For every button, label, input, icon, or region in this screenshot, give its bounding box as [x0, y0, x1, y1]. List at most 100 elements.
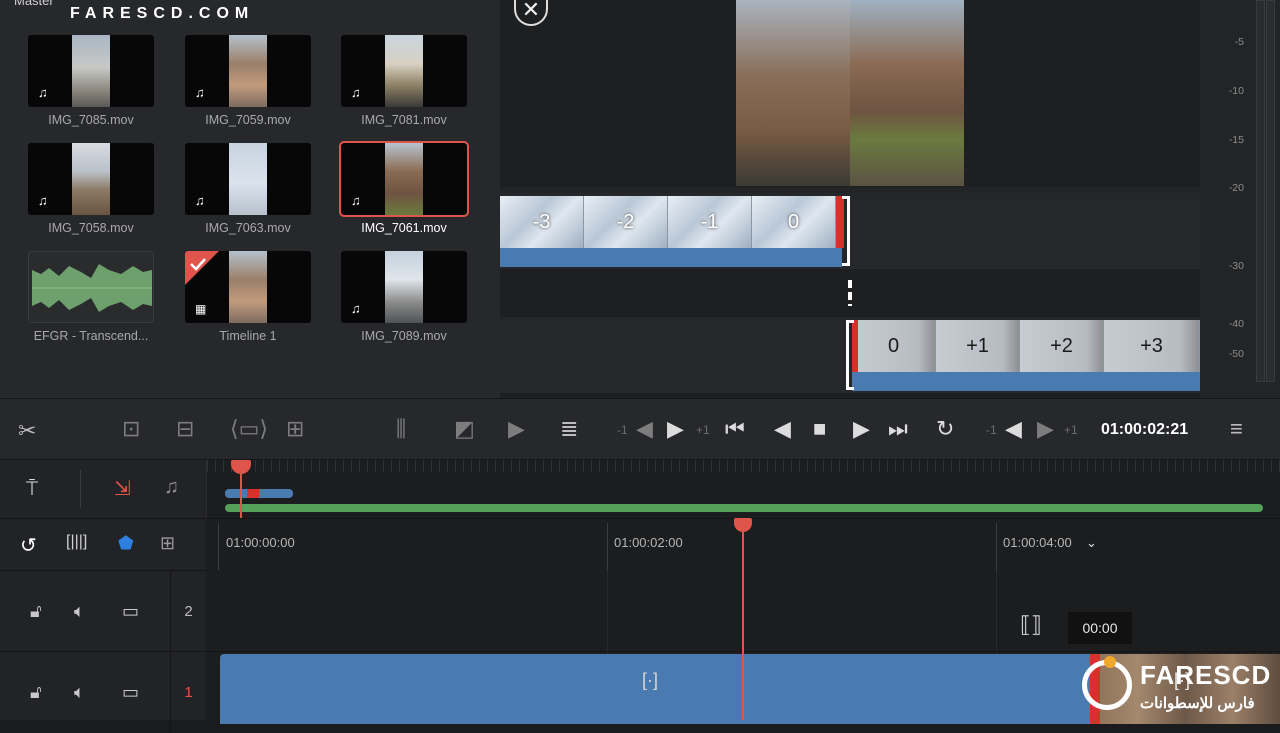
track-number: 1 [170, 652, 206, 733]
timeline-flag-icon [185, 251, 219, 285]
clip-name: IMG_7085.mov [48, 113, 134, 127]
media-clip[interactable]: ♫ IMG_7058.mov [28, 143, 154, 235]
mini-timeline[interactable] [206, 460, 1280, 518]
trim-viewer: ✕ -3 -2 -1 0 0 +1 +2 +3 [500, 0, 1200, 398]
media-clip-selected[interactable]: ♫ IMG_7061.mov [339, 141, 469, 235]
clip-thumbnail: ♫ [185, 35, 311, 107]
play-reverse-icon[interactable]: ◀ [774, 417, 791, 441]
clip-name: EFGR - Transcend... [33, 329, 149, 343]
ruler-tick [218, 523, 219, 571]
timeline-icon: ▦ [195, 302, 207, 316]
trim-frame: +2 [1020, 320, 1104, 372]
media-clip[interactable]: ♫ IMG_7081.mov [341, 35, 467, 127]
append-icon[interactable]: ⊟ [176, 417, 194, 441]
smart-insert-icon[interactable]: ⊡ [122, 417, 140, 441]
lock-icon[interactable]: 🔓︎ [30, 601, 42, 622]
jump-to-start-icon[interactable]: ⏮ [725, 417, 745, 441]
trim-frame: -1 [668, 196, 752, 248]
track-lock-icon[interactable]: ⍑ [26, 478, 38, 501]
clip-thumbnail: ♫ [185, 143, 311, 215]
music-note-icon: ♫ [195, 193, 205, 208]
trim-bracket-left[interactable] [846, 320, 854, 390]
clip-name: IMG_7089.mov [361, 329, 447, 343]
video-clip[interactable]: [·] [220, 654, 1090, 724]
trim-frame: 0 [852, 320, 936, 372]
film-icon[interactable]: ▭ [122, 682, 139, 703]
trim-gap [500, 269, 1200, 317]
music-note-icon: ♫ [195, 85, 205, 100]
trim-frame: -3 [500, 196, 584, 248]
speaker-icon[interactable]: 🔈︎ [74, 601, 85, 622]
audio-adjust-icon[interactable]: ≣ [560, 417, 578, 441]
add-track-icon[interactable]: ⊞ [160, 533, 175, 554]
stop-icon[interactable]: ■ [813, 417, 826, 441]
chevron-down-icon[interactable]: ⌄ [1086, 535, 1097, 551]
source-overwrite-icon[interactable]: ◩ [454, 417, 475, 441]
mini-edit-marker [247, 489, 259, 498]
play-from-filmstrip-icon[interactable]: ▶ [508, 417, 525, 441]
menu-icon[interactable]: ≡ [1230, 417, 1243, 441]
media-clip[interactable]: EFGR - Transcend... [28, 251, 154, 343]
place-on-top-icon[interactable]: ⫼ [396, 417, 406, 441]
media-clip[interactable]: ♫ IMG_7089.mov [341, 251, 467, 343]
jump-to-end-icon[interactable]: ⏭ [888, 417, 908, 441]
nudge-back-icon[interactable]: ◀ [636, 417, 653, 441]
clip-link-icon[interactable]: [|||] [66, 533, 87, 551]
marker-icon[interactable]: ⬟ [118, 533, 134, 554]
clip-name: IMG_7058.mov [48, 221, 134, 235]
snapping-icon[interactable]: ↺ [20, 533, 37, 558]
trim-frame: 0 [752, 196, 836, 248]
meter-channel-left [1256, 0, 1265, 382]
ripple-overwrite-icon[interactable]: ⟨▭⟩ [230, 417, 268, 441]
playhead[interactable] [742, 570, 744, 720]
lock-icon[interactable]: 🔓︎ [30, 682, 42, 703]
media-clip[interactable]: ♫ IMG_7085.mov [28, 35, 154, 127]
transition-handle-icon[interactable]: ⟦⟧ [1020, 612, 1042, 638]
media-clip[interactable]: ♫ IMG_7059.mov [185, 35, 311, 127]
close-icon[interactable]: ✕ [514, 0, 548, 26]
mini-video-clip [225, 489, 293, 498]
waveform-graphic [32, 258, 152, 318]
film-icon[interactable]: ▭ [122, 601, 139, 622]
nudge-right-label: +1 [696, 423, 710, 437]
track-headers: 🔓︎ 🔈︎ ▭ 2 🔓︎ 🔈︎ ▭ 1 [0, 570, 206, 733]
logo-dot [1104, 656, 1116, 668]
clip-name: IMG_7059.mov [205, 113, 291, 127]
viewer-timecode: 01:00:02:21 [1101, 421, 1189, 438]
meter-scale-label: -20 [1228, 182, 1244, 194]
clip-link-icon: [·] [642, 670, 658, 690]
ruler-tick [607, 523, 608, 571]
audio-meters: -5 -10 -15 -20 -30 -40 -50 [1200, 0, 1280, 398]
clip-thumbnail: ♫ [28, 143, 154, 215]
clip-name: IMG_7061.mov [361, 221, 447, 235]
music-note-icon: ♫ [351, 193, 361, 208]
audio-waveform [28, 251, 154, 323]
clip-thumbnail: ♫ [339, 141, 469, 217]
incoming-trim-track: 0 +1 +2 +3 [500, 317, 1200, 393]
music-note-icon: ♫ [38, 85, 48, 100]
scissors-icon[interactable]: ✂ [18, 419, 36, 443]
ripple-trim-icon[interactable]: ⇲ [114, 476, 131, 501]
ruler-tick [996, 523, 997, 571]
nudge-left-label: -1 [617, 423, 628, 437]
play-icon[interactable]: ▶ [853, 417, 870, 441]
audio-trim-icon[interactable]: ♫ [164, 476, 179, 499]
nudge-forward-icon[interactable]: ▶ [667, 417, 684, 441]
timeline-tracks[interactable]: ⟦⟧ 00:00 [·] [·] FARESCD فارس للإسطوانات [206, 518, 1280, 724]
meter-channel-right [1266, 0, 1275, 382]
close-up-icon[interactable]: ⊞ [286, 417, 304, 441]
trim-forward-icon[interactable]: ▶ [1037, 417, 1054, 441]
music-note-icon: ♫ [38, 193, 48, 208]
clip-thumbnail: ♫ [341, 251, 467, 323]
mini-ruler [207, 460, 1280, 472]
meter-scale-label: -5 [1234, 36, 1244, 48]
trim-bracket-right[interactable] [842, 196, 850, 266]
media-clip[interactable]: ▦ Timeline 1 [185, 251, 311, 343]
media-clip[interactable]: ♫ IMG_7063.mov [185, 143, 311, 235]
meter-scale-label: -30 [1228, 260, 1244, 272]
speaker-icon[interactable]: 🔈︎ [74, 682, 85, 703]
trim-back-icon[interactable]: ◀ [1005, 417, 1022, 441]
loop-icon[interactable]: ↻ [936, 417, 954, 441]
incoming-clip-bar [852, 372, 1200, 391]
music-note-icon: ♫ [351, 301, 361, 316]
